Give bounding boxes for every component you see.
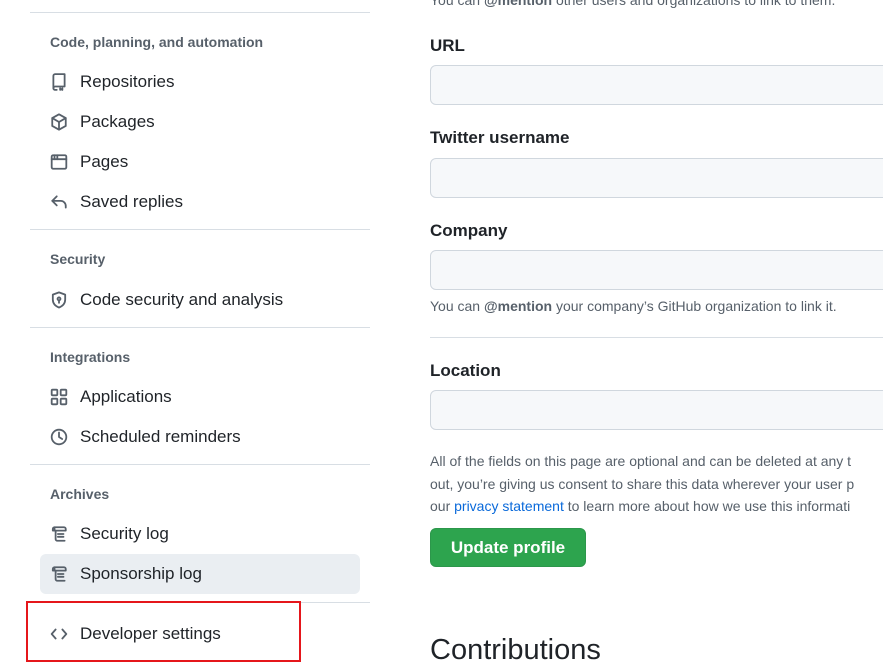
sidebar-item-code-security[interactable]: Code security and analysis: [40, 280, 360, 320]
divider: [430, 337, 883, 338]
apps-icon: [49, 387, 69, 407]
log-icon: [49, 524, 69, 544]
highlight-box: [26, 601, 301, 662]
divider: [30, 327, 370, 328]
sidebar-item-label: Applications: [80, 387, 172, 406]
contributions-heading: Contributions: [430, 634, 601, 666]
company-input[interactable]: [430, 250, 883, 290]
note-text: other users and organizations to link to…: [552, 0, 836, 8]
package-icon: [49, 112, 69, 132]
url-label: URL: [430, 36, 465, 55]
divider: [30, 12, 370, 13]
group-title-archives: Archives: [50, 486, 110, 502]
settings-sidebar: Code, planning, and automation Repositor…: [0, 0, 400, 666]
disclaimer-line: our privacy statement to learn more abou…: [430, 495, 854, 518]
sidebar-item-security-log[interactable]: Security log: [40, 514, 360, 554]
note-text: You can: [430, 298, 484, 314]
divider: [30, 229, 370, 230]
divider: [30, 464, 370, 465]
sidebar-item-label: Sponsorship log: [80, 564, 202, 583]
note-mention: @mention: [483, 298, 553, 314]
clock-icon: [49, 427, 69, 447]
sidebar-item-label: Saved replies: [80, 192, 184, 211]
sidebar-item-scheduled-reminders[interactable]: Scheduled reminders: [40, 417, 360, 457]
sidebar-item-repositories[interactable]: Repositories: [40, 62, 360, 102]
note-mention: @mention: [483, 0, 553, 8]
disclaimer-line: out, you’re giving us consent to share t…: [430, 475, 855, 492]
sidebar-item-label: Packages: [80, 112, 155, 131]
disclaimer-text: our: [430, 498, 455, 514]
privacy-statement-link[interactable]: privacy statement: [454, 498, 564, 514]
profile-form: You can @mention other users and organiz…: [430, 0, 883, 666]
sidebar-item-packages[interactable]: Packages: [40, 102, 360, 142]
company-label: Company: [430, 221, 508, 240]
browser-icon: [49, 152, 69, 172]
bio-mention-note: You can @mention other users and organiz…: [430, 0, 835, 8]
twitter-username-label: Twitter username: [430, 128, 570, 147]
log-icon: [49, 564, 69, 584]
location-input[interactable]: [430, 390, 883, 430]
sidebar-item-applications[interactable]: Applications: [40, 377, 360, 417]
sidebar-item-label: Repositories: [80, 72, 175, 91]
note-text: your company’s GitHub organization to li…: [552, 298, 837, 314]
group-title-integrations: Integrations: [50, 349, 131, 365]
shield-icon: [49, 290, 69, 310]
company-mention-note: You can @mention your company’s GitHub o…: [430, 298, 837, 314]
update-profile-button[interactable]: Update profile: [430, 528, 586, 567]
disclaimer-line: All of the fields on this page are optio…: [430, 453, 852, 469]
note-text: You can: [430, 0, 484, 8]
group-title-security: Security: [50, 251, 106, 267]
repo-icon: [49, 72, 69, 92]
twitter-username-input[interactable]: [430, 158, 883, 198]
group-title-code-planning: Code, planning, and automation: [50, 34, 264, 50]
sidebar-item-label: Code security and analysis: [80, 290, 284, 309]
sidebar-item-sponsorship-log[interactable]: Sponsorship log: [40, 554, 360, 594]
url-input[interactable]: [430, 65, 883, 105]
disclaimer-text: to learn more about how we use this info…: [563, 498, 851, 514]
location-label: Location: [430, 361, 501, 380]
optional-fields-disclaimer: All of the fields on this page are optio…: [430, 450, 854, 518]
sidebar-item-label: Scheduled reminders: [80, 427, 241, 446]
sidebar-item-pages[interactable]: Pages: [40, 142, 360, 182]
reply-icon: [49, 192, 69, 212]
sidebar-item-label: Security log: [80, 524, 169, 543]
sidebar-item-saved-replies[interactable]: Saved replies: [40, 182, 360, 222]
sidebar-item-label: Pages: [80, 152, 129, 171]
